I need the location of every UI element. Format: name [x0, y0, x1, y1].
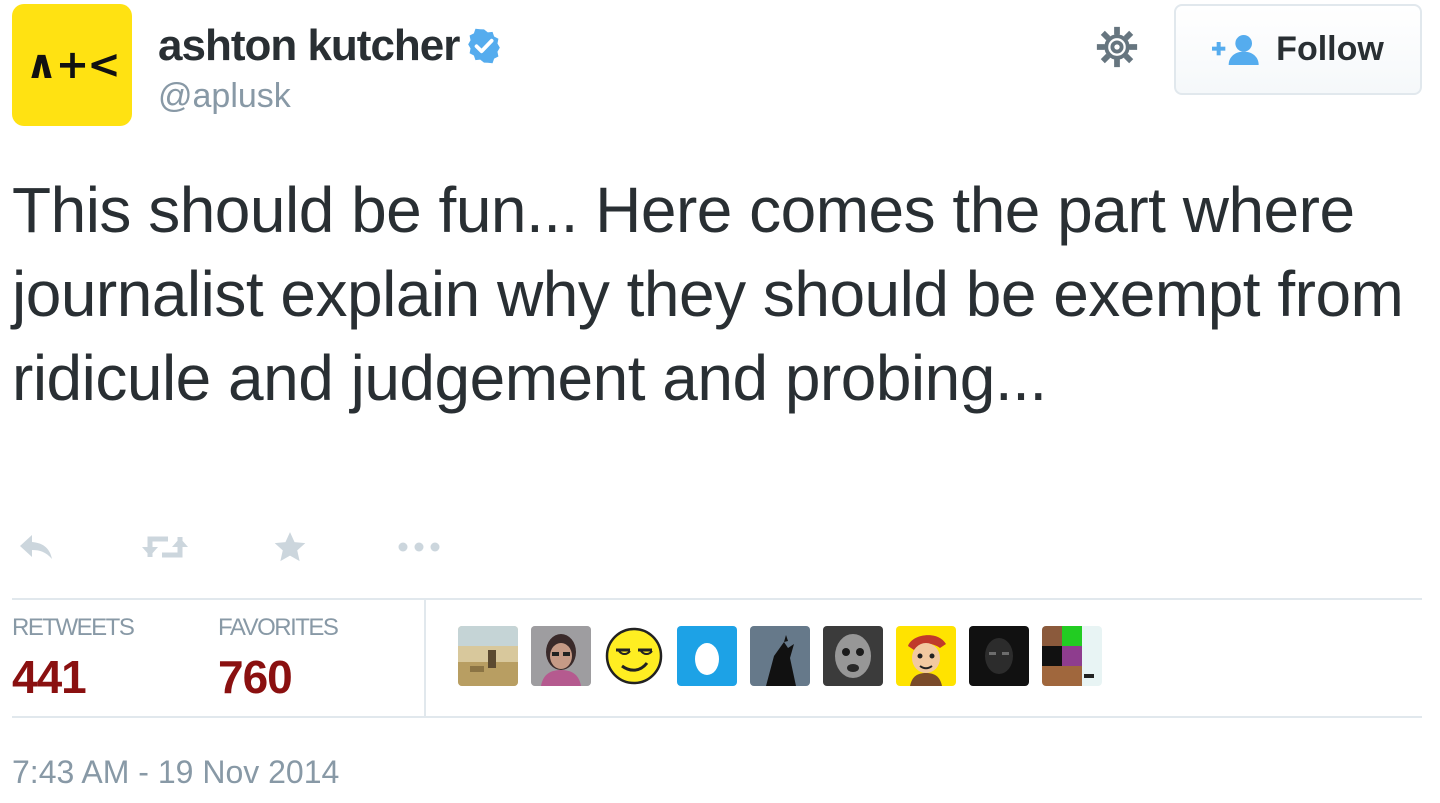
- fullname-row: ashton kutcher: [158, 20, 503, 72]
- horror-face-avatar[interactable]: [823, 626, 883, 686]
- gear-icon[interactable]: [1094, 24, 1140, 70]
- woman-photo-avatar[interactable]: [531, 626, 591, 686]
- retweet-icon: [142, 536, 188, 558]
- author-name-block: ashton kutcher @aplusk: [158, 20, 503, 116]
- favorites-stat[interactable]: FAVORITES 760: [218, 614, 339, 708]
- stats-divider-vertical: [424, 600, 426, 716]
- more-icon: [398, 542, 440, 552]
- tweet-text: This should be fun... Here comes the par…: [12, 174, 1404, 414]
- retweet-button[interactable]: [140, 522, 190, 572]
- tweet-actions: [14, 522, 444, 572]
- verified-badge-icon: [468, 28, 501, 64]
- tweet-timestamp[interactable]: 7:43 AM - 19 Nov 2014: [12, 752, 339, 792]
- favorite-icon: [274, 532, 306, 562]
- favoriters-list: [458, 626, 1115, 686]
- reply-icon: [20, 535, 52, 559]
- dark-face-avatar[interactable]: [969, 626, 1029, 686]
- stats-divider-bottom: [12, 716, 1422, 718]
- smug-face-avatar[interactable]: [604, 626, 664, 686]
- follow-label: Follow: [1276, 30, 1384, 68]
- default-egg-avatar[interactable]: [677, 626, 737, 686]
- retweets-label: RETWEETS: [12, 614, 135, 641]
- retweets-count: 441: [12, 651, 87, 703]
- favorite-button[interactable]: [270, 522, 310, 572]
- reply-button[interactable]: [14, 522, 58, 572]
- author-avatar[interactable]: ∧+<: [12, 4, 132, 126]
- pixel-art-avatar[interactable]: [1042, 626, 1102, 686]
- dark-knight-avatar[interactable]: [750, 626, 810, 686]
- favorites-label: FAVORITES: [218, 614, 339, 641]
- retweets-stat[interactable]: RETWEETS 441: [12, 614, 135, 708]
- more-options-button[interactable]: [394, 522, 444, 572]
- favorites-count: 760: [218, 651, 293, 703]
- follow-button[interactable]: Follow: [1174, 4, 1422, 95]
- author-handle[interactable]: @aplusk: [158, 76, 503, 116]
- avatar-logo-text: ∧+<: [25, 42, 121, 88]
- add-user-icon: [1212, 34, 1259, 65]
- author-fullname[interactable]: ashton kutcher: [158, 20, 460, 72]
- cartoon-character-avatar[interactable]: [896, 626, 956, 686]
- stats-divider-top: [12, 598, 1422, 600]
- landscape-photo-avatar[interactable]: [458, 626, 518, 686]
